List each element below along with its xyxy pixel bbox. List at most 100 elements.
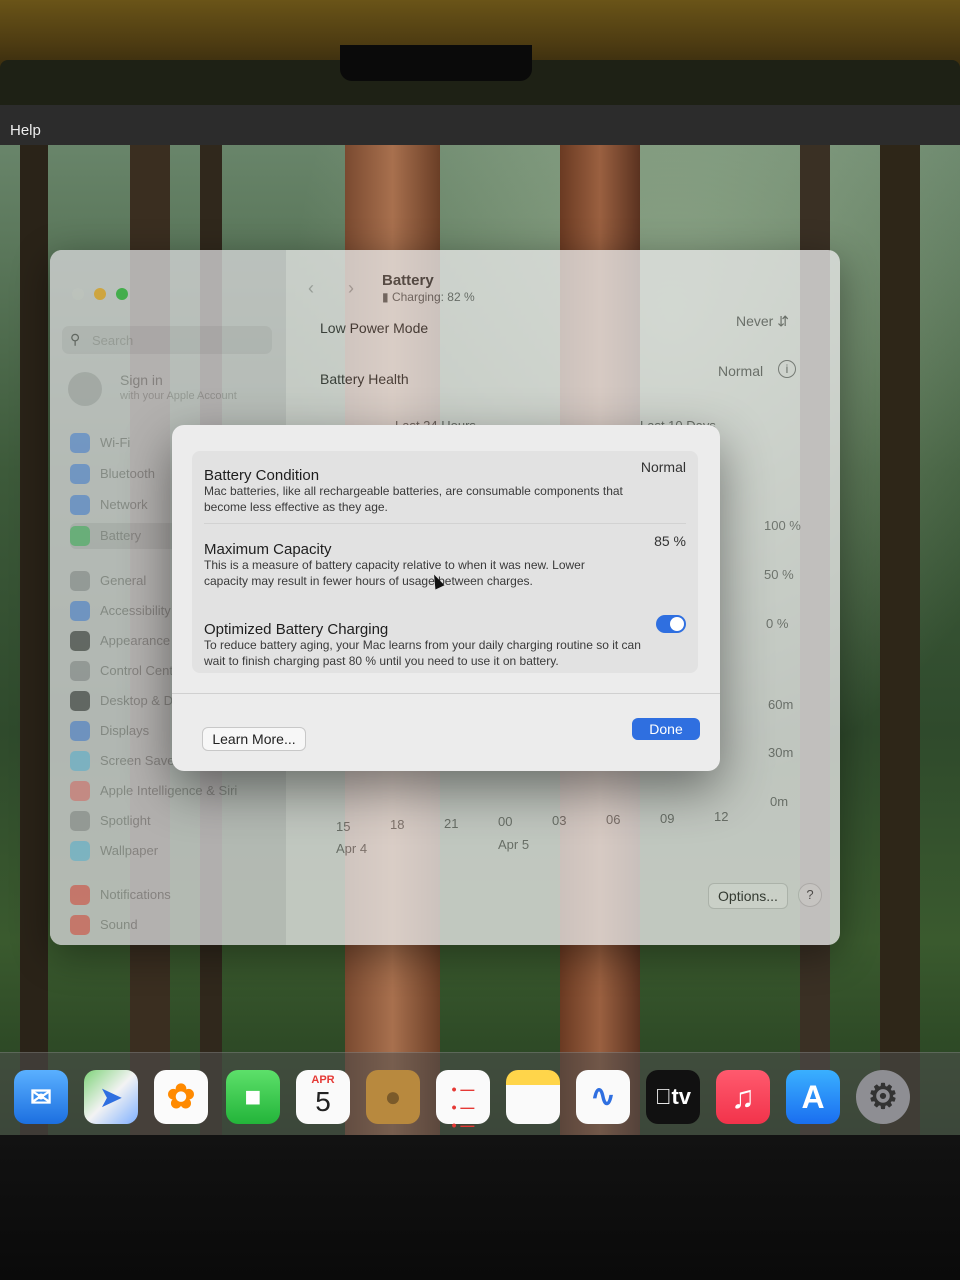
sidebar-item-notifications[interactable]: Notifications	[70, 882, 270, 908]
sidebar-item-wallpaper[interactable]: Wallpaper	[70, 838, 270, 864]
sidebar-item-label: Appearance	[100, 633, 171, 648]
notes-app-icon[interactable]	[506, 1070, 560, 1124]
max-capacity-title: Maximum Capacity	[204, 541, 332, 558]
monitor-bezel-bottom	[0, 1135, 960, 1280]
low-power-select[interactable]: Never ⇵	[736, 313, 789, 330]
battery-condition-desc: Mac batteries, like all rechargeable bat…	[204, 484, 623, 514]
x-axis-label: 12	[714, 809, 729, 824]
system-settings-app-icon[interactable]: ⚙	[856, 1070, 910, 1124]
x-axis-label: 06	[606, 812, 621, 827]
divider	[204, 523, 686, 524]
menu-help[interactable]: Help	[10, 122, 41, 139]
mail-app-icon[interactable]: ✉	[14, 1070, 68, 1124]
optimized-charging-card: Optimized Battery Charging To reduce bat…	[192, 603, 698, 673]
y-axis-label: 60m	[768, 697, 794, 712]
learn-more-button[interactable]: Learn More...	[202, 727, 306, 751]
zoom-button[interactable]	[116, 288, 128, 300]
sidebar-item-label: Sound	[100, 917, 138, 932]
sidebar-item-icon	[70, 601, 90, 621]
sidebar-item-icon	[70, 841, 90, 861]
music-app-icon[interactable]: ♫	[716, 1070, 770, 1124]
sidebar-item-label: Accessibility	[100, 603, 171, 618]
max-capacity-value: 85 %	[654, 533, 686, 549]
sidebar-item-icon	[70, 526, 90, 546]
help-button[interactable]: ?	[798, 883, 822, 907]
maps-app-icon[interactable]: ➤	[84, 1070, 138, 1124]
sidebar-item-sound[interactable]: Sound	[70, 912, 270, 938]
apple-account-signin[interactable]: Sign in with your Apple Account	[68, 370, 278, 410]
facetime-app-icon[interactable]: ■	[226, 1070, 280, 1124]
sidebar-item-icon	[70, 464, 90, 484]
sidebar-item-label: Notifications	[100, 887, 171, 902]
search-input[interactable]: ⚲ Search	[62, 326, 272, 354]
battery-condition-title: Battery Condition	[204, 467, 320, 484]
avatar	[68, 372, 102, 406]
menu-bar: Help	[0, 105, 960, 145]
date-label: Apr 4	[336, 841, 368, 856]
x-axis-label: 15	[336, 819, 351, 834]
minimize-button[interactable]	[94, 288, 106, 300]
app-store-icon[interactable]: A	[786, 1070, 840, 1124]
info-icon[interactable]: i	[778, 360, 796, 378]
sidebar-item-icon	[70, 915, 90, 935]
date-label: Apr 5	[498, 837, 530, 852]
sidebar-item-label: Apple Intelligence & Siri	[100, 783, 238, 798]
sidebar-item-spotlight[interactable]: Spotlight	[70, 808, 270, 834]
page-title: Battery	[382, 272, 434, 289]
optimized-charging-title: Optimized Battery Charging	[204, 621, 389, 638]
sidebar-item-label: Battery	[100, 528, 142, 543]
sidebar-item-icon	[70, 721, 90, 741]
y-axis-label: 0m	[770, 794, 789, 809]
y-axis-label: 0 %	[766, 616, 789, 631]
sidebar-item-icon	[70, 751, 90, 771]
calendar-app-icon[interactable]: APR 5	[296, 1070, 350, 1124]
y-axis-label: 100 %	[764, 518, 801, 533]
sidebar-item-icon	[70, 571, 90, 591]
optimized-charging-toggle[interactable]	[656, 615, 686, 633]
sidebar-item-icon	[70, 631, 90, 651]
sidebar-item-label: Spotlight	[100, 813, 151, 828]
close-button[interactable]	[72, 288, 84, 300]
sidebar-item-icon	[70, 691, 90, 711]
freeform-app-icon[interactable]: ∿	[576, 1070, 630, 1124]
y-axis-label: 30m	[768, 745, 794, 760]
battery-info-card: Battery Condition Normal Mac batteries, …	[192, 451, 698, 621]
divider	[172, 693, 720, 694]
sidebar-item-label: Displays	[100, 723, 150, 738]
sidebar-item-icon	[70, 811, 90, 831]
charging-status: ▮ Charging: 82 %	[382, 290, 475, 304]
sidebar-item-icon	[70, 433, 90, 453]
sidebar-item-apple-intelligence-siri[interactable]: Apple Intelligence & Siri	[70, 778, 270, 804]
x-axis-label: 18	[390, 817, 405, 832]
options-button[interactable]: Options...	[708, 883, 788, 909]
sidebar-item-label: Network	[100, 497, 148, 512]
sidebar-item-icon	[70, 885, 90, 905]
reminders-app-icon[interactable]: • — • — • —	[436, 1070, 490, 1133]
battery-health-sheet: Battery Condition Normal Mac batteries, …	[172, 425, 720, 771]
done-button[interactable]: Done	[632, 718, 700, 740]
contacts-app-icon[interactable]: ●	[366, 1070, 420, 1124]
apple-tv-app-icon[interactable]: tv	[646, 1070, 700, 1124]
sidebar-item-label: Screen Saver	[100, 753, 179, 768]
back-chevron-icon[interactable]: ‹	[308, 278, 314, 299]
max-capacity-desc: This is a measure of battery capacity re…	[204, 558, 585, 588]
battery-condition-value: Normal	[640, 459, 686, 475]
sidebar-item-icon	[70, 495, 90, 515]
x-axis-label: 21	[444, 816, 459, 831]
y-axis-label: 50 %	[764, 567, 794, 582]
search-icon: ⚲	[70, 331, 81, 347]
x-axis-label: 09	[660, 811, 675, 826]
battery-health-label: Battery Health	[320, 371, 409, 387]
camera-notch	[340, 45, 532, 81]
sidebar-item-icon	[70, 661, 90, 681]
sidebar-item-label: Bluetooth	[100, 466, 155, 481]
sidebar-item-label: Wallpaper	[100, 843, 159, 858]
photos-app-icon[interactable]: ✿	[154, 1070, 208, 1124]
toggle-knob	[670, 617, 684, 631]
sidebar-item-icon	[70, 781, 90, 801]
forward-chevron-icon[interactable]: ›	[348, 278, 354, 299]
x-axis-label: 00	[498, 814, 513, 829]
low-power-label: Low Power Mode	[320, 320, 429, 336]
sidebar-item-label: Wi-Fi	[100, 435, 131, 450]
sidebar-item-label: General	[100, 573, 147, 588]
